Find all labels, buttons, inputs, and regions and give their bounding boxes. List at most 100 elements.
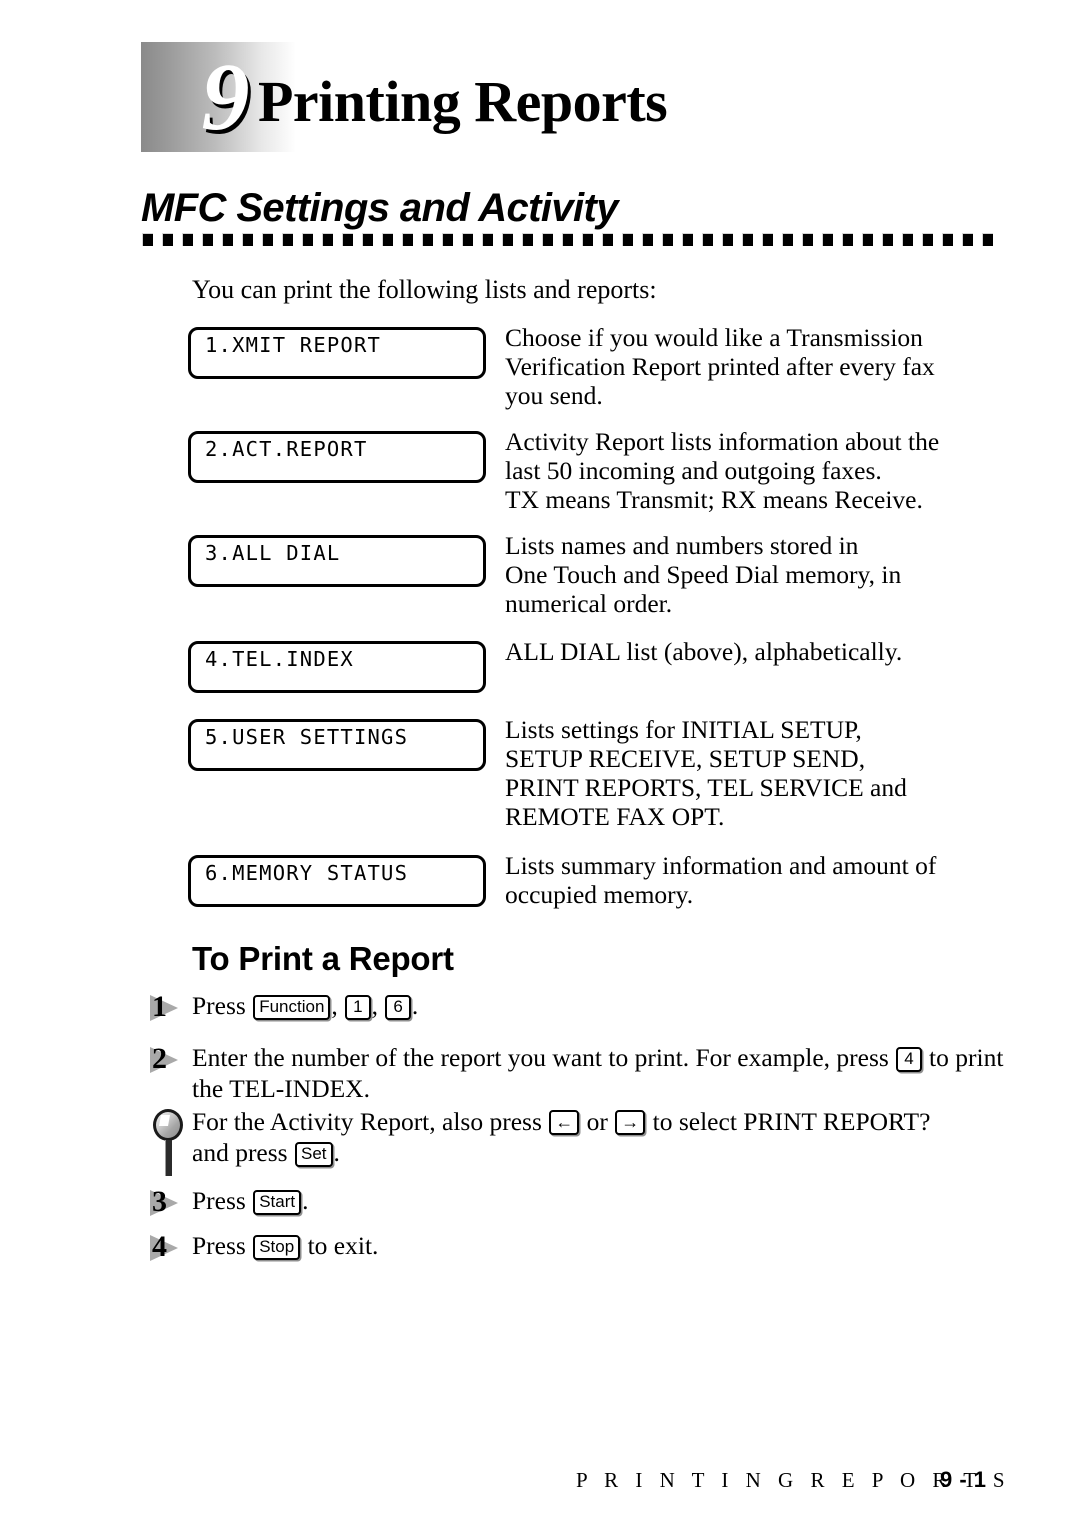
- divider-square: [202, 233, 213, 246]
- divider-square: [442, 233, 453, 246]
- step-text-before: Enter the number of the report you want …: [192, 1043, 896, 1072]
- report-description-line: last 50 incoming and outgoing faxes.: [505, 456, 882, 485]
- key-4-button[interactable]: 4: [896, 1047, 922, 1072]
- note-text-part-3: to select PRINT REPORT?: [646, 1107, 931, 1136]
- lcd-display-box: 6.MEMORY STATUS: [188, 855, 486, 907]
- divider-square: [882, 233, 893, 246]
- report-description-line: Choose if you would like a Transmission: [505, 323, 923, 352]
- lcd-display-box: 4.TEL.INDEX: [188, 641, 486, 693]
- report-description-line: Verification Report printed after every …: [505, 352, 935, 381]
- divider-square: [222, 233, 233, 246]
- divider-square: [822, 233, 833, 246]
- divider-square: [842, 233, 853, 246]
- lcd-display-text: 4.TEL.INDEX: [205, 647, 354, 671]
- report-description: ALL DIAL list (above), alphabetically.: [505, 637, 1005, 666]
- step-number: 2: [152, 1042, 167, 1075]
- divider-square: [362, 233, 373, 246]
- divider-square: [562, 233, 573, 246]
- note-text: For the Activity Report, also press ← or…: [192, 1106, 1022, 1168]
- key-right-arrow-button[interactable]: →: [615, 1110, 646, 1135]
- divider-square: [942, 233, 953, 246]
- footer-page-number: 9 - 1: [940, 1467, 987, 1492]
- step-number-marker: 4: [148, 1230, 184, 1264]
- divider-square: [982, 233, 993, 246]
- key-start-button[interactable]: Start: [253, 1190, 302, 1215]
- divider-square: [162, 233, 173, 246]
- report-description-line: numerical order.: [505, 589, 673, 618]
- note-text-part-1: For the Activity Report, also press: [192, 1107, 549, 1136]
- key-function-button[interactable]: Function: [253, 995, 331, 1020]
- step-text: Press Stop to exit.: [192, 1230, 1012, 1261]
- report-description-line: Lists summary information and amount of: [505, 851, 937, 880]
- key-1-button[interactable]: 1: [345, 995, 371, 1020]
- divider-square: [642, 233, 653, 246]
- lcd-display-box: 1.XMIT REPORT: [188, 327, 486, 379]
- intro-paragraph: You can print the following lists and re…: [192, 275, 657, 304]
- section-title: MFC Settings and Activity: [141, 186, 619, 230]
- divider-square: [862, 233, 873, 246]
- lcd-display-box: 3.ALL DIAL: [188, 535, 486, 587]
- step-text: Press Function, 1, 6.: [192, 991, 419, 1020]
- lcd-display-text: 6.MEMORY STATUS: [205, 861, 409, 885]
- page-footer: P R I N T I N G R E P O R T S 9 - 1: [0, 1467, 1080, 1508]
- step-number: 4: [152, 1230, 167, 1263]
- step-number-marker: 2: [148, 1042, 184, 1076]
- report-description-line: ALL DIAL list (above), alphabetically.: [505, 637, 903, 666]
- procedure-heading: To Print a Report: [192, 940, 454, 977]
- note-text-part-5: .: [333, 1138, 340, 1167]
- note-text-part-2: or: [580, 1107, 615, 1136]
- divider-square: [802, 233, 813, 246]
- divider-square: [582, 233, 593, 246]
- divider-square: [602, 233, 613, 246]
- section-divider-rule: [142, 233, 998, 247]
- lcd-display-box: 2.ACT.REPORT: [188, 431, 486, 483]
- divider-square: [902, 233, 913, 246]
- step-number: 3: [152, 1185, 167, 1218]
- divider-square: [282, 233, 293, 246]
- key-left-arrow-button[interactable]: ←: [549, 1110, 580, 1135]
- divider-square: [622, 233, 633, 246]
- divider-square: [302, 233, 313, 246]
- divider-square: [382, 233, 393, 246]
- report-description-line: Activity Report lists information about …: [505, 427, 940, 456]
- report-description: Lists settings for INITIAL SETUP, SETUP R…: [505, 715, 1005, 831]
- divider-square: [342, 233, 353, 246]
- lcd-display-text: 3.ALL DIAL: [205, 541, 341, 565]
- step-text-after: to exit.: [301, 1231, 379, 1260]
- divider-square: [962, 233, 973, 246]
- divider-square: [262, 233, 273, 246]
- report-description: Activity Report lists information about …: [505, 427, 1005, 514]
- step-text: Press Start.: [192, 1185, 1012, 1216]
- step-text-before: Press: [192, 1231, 253, 1260]
- lcd-display-text: 1.XMIT REPORT: [205, 333, 382, 357]
- magnifier-icon: [149, 1108, 189, 1182]
- report-description: Lists summary information and amount of o…: [505, 851, 1005, 909]
- step-number-marker: 1: [148, 990, 184, 1024]
- divider-square: [142, 233, 153, 246]
- chapter-title: Printing Reports: [258, 69, 668, 134]
- divider-square: [762, 233, 773, 246]
- chapter-header: 9 Printing Reports: [141, 42, 1001, 154]
- report-description: Lists names and numbers stored in One Tou…: [505, 531, 1005, 618]
- lcd-display-text: 2.ACT.REPORT: [205, 437, 368, 461]
- step-number: 1: [152, 990, 167, 1023]
- step-text-before: Press: [192, 1186, 253, 1215]
- divider-square: [502, 233, 513, 246]
- step-text-before: Press: [192, 991, 253, 1020]
- report-description-line: Lists settings for INITIAL SETUP,: [505, 715, 862, 744]
- report-description-line: occupied memory.: [505, 880, 694, 909]
- divider-square: [922, 233, 933, 246]
- key-stop-button[interactable]: Stop: [253, 1235, 301, 1260]
- divider-square: [742, 233, 753, 246]
- divider-square: [682, 233, 693, 246]
- note-text-part-4: and press: [192, 1138, 294, 1167]
- report-description-line: REMOTE FAX OPT.: [505, 802, 725, 831]
- lcd-display-text: 5.USER SETTINGS: [205, 725, 409, 749]
- divider-square: [782, 233, 793, 246]
- report-description-line: SETUP RECEIVE, SETUP SEND,: [505, 744, 866, 773]
- lcd-display-box: 5.USER SETTINGS: [188, 719, 486, 771]
- divider-square: [462, 233, 473, 246]
- step-number-marker: 3: [148, 1185, 184, 1219]
- key-set-button[interactable]: Set: [294, 1142, 333, 1167]
- key-6-button[interactable]: 6: [385, 995, 411, 1020]
